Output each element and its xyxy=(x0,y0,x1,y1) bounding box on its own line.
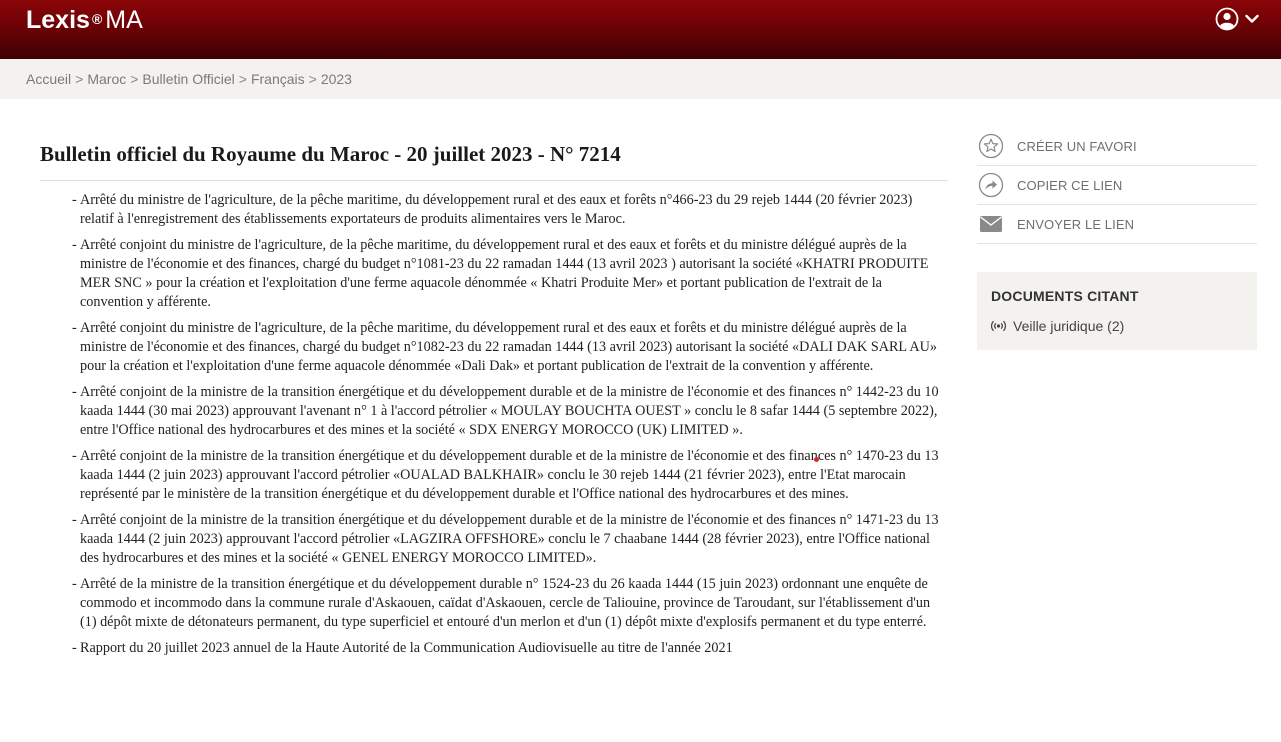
breadcrumb-francais[interactable]: Français xyxy=(251,71,305,87)
copy-link-label: COPIER CE LIEN xyxy=(1017,177,1123,193)
breadcrumb-separator: > xyxy=(130,71,139,87)
breadcrumb-separator: > xyxy=(308,71,317,87)
list-item-text[interactable]: Arrêté conjoint de la ministre de la tra… xyxy=(80,384,939,438)
create-favorite-label: CRÉER UN FAVORI xyxy=(1017,138,1137,154)
breadcrumb-separator: > xyxy=(75,71,84,87)
citing-documents-title: DOCUMENTS CITANT xyxy=(991,288,1139,304)
breadcrumb-bulletin-officiel[interactable]: Bulletin Officiel xyxy=(142,71,234,87)
list-item[interactable]: Arrêté conjoint du ministre de l'agricul… xyxy=(72,319,948,376)
list-item[interactable]: Arrêté conjoint de la ministre de la tra… xyxy=(72,447,948,504)
list-item[interactable]: Arrêté conjoint du ministre de l'agricul… xyxy=(72,236,948,312)
breadcrumb-bar: Accueil > Maroc > Bulletin Officiel > Français… xyxy=(0,59,1281,99)
list-item-text[interactable]: Arrêté conjoint du ministre de l'agricul… xyxy=(80,237,928,310)
citing-item-veille-juridique[interactable]: Veille juridique (2) xyxy=(991,318,1243,334)
document-list: Arrêté du ministre de l'agriculture, de … xyxy=(40,191,948,658)
list-item-text[interactable]: Rapport du 20 juillet 2023 annuel de la … xyxy=(80,640,733,656)
send-link-label: ENVOYER LE LIEN xyxy=(1017,216,1135,232)
star-icon xyxy=(977,132,1005,160)
list-item-text[interactable]: Arrêté du ministre de l'agriculture, de … xyxy=(80,192,912,227)
send-link-button[interactable]: ENVOYER LE LIEN xyxy=(977,205,1257,244)
list-item[interactable]: Arrêté du ministre de l'agriculture, de … xyxy=(72,191,948,229)
top-header: Lexis ® MA xyxy=(0,0,1281,59)
chevron-down-icon xyxy=(1245,14,1259,23)
logo-registered-mark: ® xyxy=(91,11,103,27)
lexis-logo[interactable]: Lexis ® MA xyxy=(26,6,143,34)
create-favorite-button[interactable]: CRÉER UN FAVORI xyxy=(977,127,1257,166)
list-item[interactable]: Arrêté conjoint de la ministre de la tra… xyxy=(72,383,948,440)
breadcrumb: Accueil > Maroc > Bulletin Officiel > Français… xyxy=(26,71,352,87)
user-menu-button[interactable] xyxy=(1215,6,1259,32)
list-item-text[interactable]: Arrêté conjoint de la ministre de la tra… xyxy=(80,512,939,566)
page-title: Bulletin officiel du Royaume du Maroc - … xyxy=(40,142,621,166)
sidebar: CRÉER UN FAVORI COPIER CE LIEN ENVOYER L… xyxy=(977,127,1257,350)
user-icon xyxy=(1215,7,1239,31)
breadcrumb-maroc[interactable]: Maroc xyxy=(87,71,126,87)
logo-brand: Lexis xyxy=(26,6,90,34)
share-arrow-icon xyxy=(977,171,1005,199)
title-divider xyxy=(40,180,948,181)
list-item[interactable]: Rapport du 20 juillet 2023 annuel de la … xyxy=(72,639,948,658)
list-item-text[interactable]: Arrêté de la ministre de la transition é… xyxy=(80,576,930,630)
citing-documents-panel: DOCUMENTS CITANT Veille juridique (2) xyxy=(977,272,1257,350)
envelope-icon xyxy=(977,210,1005,238)
list-item[interactable]: Arrêté conjoint de la ministre de la tra… xyxy=(72,511,948,568)
broadcast-icon xyxy=(991,320,1006,332)
citing-item-label: Veille juridique (2) xyxy=(1013,318,1125,334)
list-item-text[interactable]: Arrêté conjoint du ministre de l'agricul… xyxy=(80,320,937,374)
list-item-text[interactable]: Arrêté conjoint de la ministre de la tra… xyxy=(80,448,939,502)
breadcrumb-accueil[interactable]: Accueil xyxy=(26,71,71,87)
breadcrumb-2023[interactable]: 2023 xyxy=(321,71,352,87)
logo-region: MA xyxy=(105,6,143,34)
copy-link-button[interactable]: COPIER CE LIEN xyxy=(977,166,1257,205)
breadcrumb-separator: > xyxy=(238,71,247,87)
list-item[interactable]: Arrêté de la ministre de la transition é… xyxy=(72,575,948,632)
main-content: Bulletin officiel du Royaume du Maroc - … xyxy=(40,128,948,665)
cursor-marker xyxy=(814,457,819,462)
